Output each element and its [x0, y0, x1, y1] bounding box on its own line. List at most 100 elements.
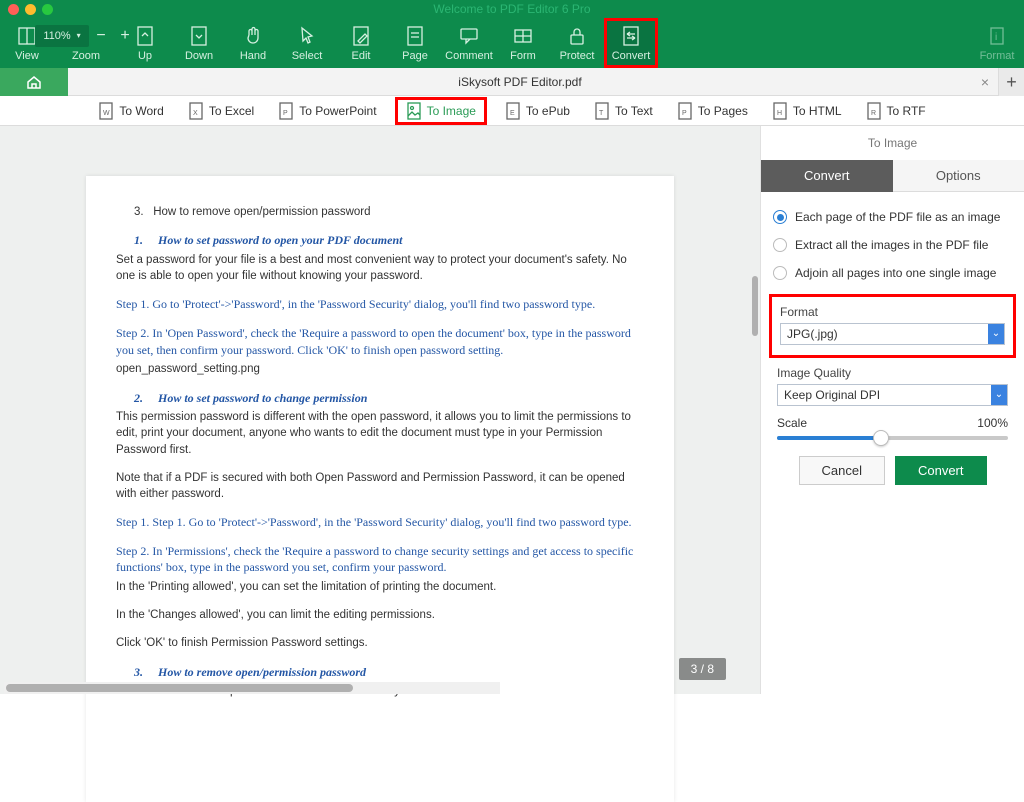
up-button[interactable]: Up: [118, 18, 172, 68]
word-icon: W: [98, 102, 114, 120]
convert-sub-toolbar: W To Word X To Excel P To PowerPoint To …: [0, 96, 1024, 126]
home-icon: [25, 73, 43, 91]
page-number-indicator: 3 / 8: [679, 658, 726, 680]
step-text: Step 2. In 'Open Password', check the 'R…: [116, 325, 644, 359]
zoom-dropdown[interactable]: 110%: [35, 25, 89, 47]
to-word-button[interactable]: W To Word: [92, 98, 169, 124]
image-icon: [406, 102, 422, 120]
form-button[interactable]: Form: [496, 18, 550, 68]
to-powerpoint-button[interactable]: P To PowerPoint: [272, 98, 382, 124]
step-text: Step 2. In 'Permissions', check the 'Req…: [116, 543, 644, 577]
body-text: Note that if a PDF is secured with both …: [116, 470, 644, 502]
body-text: This permission password is different wi…: [116, 409, 644, 457]
format-dropdown[interactable]: JPG(.jpg): [780, 323, 1005, 345]
svg-text:H: H: [777, 110, 782, 117]
chevron-down-icon: [991, 385, 1007, 405]
action-buttons: Cancel Convert: [773, 456, 1012, 485]
window-title: Welcome to PDF Editor 6 Pro: [0, 2, 1024, 16]
zoom-group: 110% − + Zoom: [54, 18, 118, 68]
convert-button[interactable]: Convert: [604, 18, 658, 68]
to-html-button[interactable]: H To HTML: [766, 98, 848, 124]
html-icon: H: [772, 102, 788, 120]
edit-button[interactable]: Edit: [334, 18, 388, 68]
quality-label: Image Quality: [777, 366, 1008, 380]
pages-icon: P: [677, 102, 693, 120]
svg-text:W: W: [103, 110, 110, 117]
protect-button[interactable]: Protect: [550, 18, 604, 68]
convert-side-panel: To Image Convert Options Each page of th…: [760, 126, 1024, 694]
form-icon: [512, 25, 534, 47]
to-image-button[interactable]: To Image: [395, 97, 487, 125]
to-excel-button[interactable]: X To Excel: [182, 98, 260, 124]
ppt-icon: P: [278, 102, 294, 120]
svg-text:T: T: [599, 110, 604, 117]
pdf-page: 3. How to remove open/permission passwor…: [86, 176, 674, 802]
tab-options[interactable]: Options: [893, 160, 1024, 192]
rtf-icon: R: [866, 102, 882, 120]
radio-icon: [773, 210, 787, 224]
window-titlebar: Welcome to PDF Editor 6 Pro: [0, 0, 1024, 18]
step-text: Step 1. Step 1. Go to 'Protect'->'Passwo…: [116, 514, 644, 531]
cancel-button[interactable]: Cancel: [799, 456, 885, 485]
document-tab[interactable]: iSkysoft PDF Editor.pdf: [68, 75, 972, 89]
chevron-down-icon: [988, 324, 1004, 344]
vertical-scrollbar-thumb[interactable]: [752, 276, 758, 336]
quality-dropdown[interactable]: Keep Original DPI: [777, 384, 1008, 406]
select-icon: [296, 25, 318, 47]
convert-action-button[interactable]: Convert: [895, 456, 987, 485]
side-panel-title: To Image: [761, 126, 1024, 160]
radio-icon: [773, 238, 787, 252]
format-label: Format: [780, 305, 1005, 319]
svg-text:E: E: [510, 110, 515, 117]
convert-icon: [620, 25, 642, 47]
radio-adjoin-pages[interactable]: Adjoin all pages into one single image: [773, 266, 1012, 280]
image-quality-group: Image Quality Keep Original DPI: [777, 366, 1008, 406]
to-pages-button[interactable]: P To Pages: [671, 98, 754, 124]
format-group: Format JPG(.jpg): [769, 294, 1016, 358]
svg-text:R: R: [871, 110, 876, 117]
to-text-button[interactable]: T To Text: [588, 98, 659, 124]
main-toolbar: View 110% − + Zoom Up Down Hand Select E…: [0, 18, 1024, 68]
document-viewport[interactable]: 3. How to remove open/permission passwor…: [0, 126, 760, 694]
body-text: In the 'Printing allowed', you can set t…: [116, 579, 644, 595]
edit-icon: [350, 25, 372, 47]
radio-each-page[interactable]: Each page of the PDF file as an image: [773, 210, 1012, 224]
hand-button[interactable]: Hand: [226, 18, 280, 68]
tab-convert[interactable]: Convert: [761, 160, 893, 192]
down-button[interactable]: Down: [172, 18, 226, 68]
page-button[interactable]: Page: [388, 18, 442, 68]
svg-text:P: P: [283, 110, 288, 117]
svg-text:P: P: [682, 110, 687, 117]
page-icon: [404, 25, 426, 47]
scale-value: 100%: [977, 416, 1008, 430]
image-filename: open_password_setting.png: [116, 361, 644, 377]
radio-extract-images[interactable]: Extract all the images in the PDF file: [773, 238, 1012, 252]
select-button[interactable]: Select: [280, 18, 334, 68]
to-rtf-button[interactable]: R To RTF: [860, 98, 932, 124]
close-tab-button[interactable]: ×: [972, 74, 998, 90]
hand-icon: [242, 25, 264, 47]
lock-icon: [566, 25, 588, 47]
body-text: In the 'Changes allowed', you can limit …: [116, 607, 644, 623]
page-down-icon: [188, 25, 210, 47]
format-button[interactable]: i Format: [970, 18, 1024, 68]
svg-text:i: i: [995, 32, 997, 43]
scale-slider[interactable]: [777, 436, 1008, 440]
body-text: Click 'OK' to finish Permission Password…: [116, 635, 644, 651]
comment-button[interactable]: Comment: [442, 18, 496, 68]
document-tab-bar: iSkysoft PDF Editor.pdf × +: [0, 68, 1024, 96]
slider-knob[interactable]: [873, 430, 889, 446]
home-tab[interactable]: [0, 68, 68, 96]
horizontal-scrollbar-thumb[interactable]: [6, 684, 353, 692]
content-area: 3. How to remove open/permission passwor…: [0, 126, 1024, 694]
to-epub-button[interactable]: E To ePub: [499, 98, 576, 124]
scale-row: Scale 100%: [777, 416, 1008, 430]
add-tab-button[interactable]: +: [998, 68, 1024, 96]
format-icon: i: [986, 25, 1008, 47]
step-text: Step 1. Go to 'Protect'->'Password', in …: [116, 296, 644, 313]
scale-label: Scale: [777, 416, 807, 430]
toc-item: 3. How to remove open/permission passwor…: [134, 204, 644, 220]
radio-icon: [773, 266, 787, 280]
horizontal-scrollbar[interactable]: [4, 682, 500, 694]
zoom-out-button[interactable]: −: [89, 27, 113, 45]
